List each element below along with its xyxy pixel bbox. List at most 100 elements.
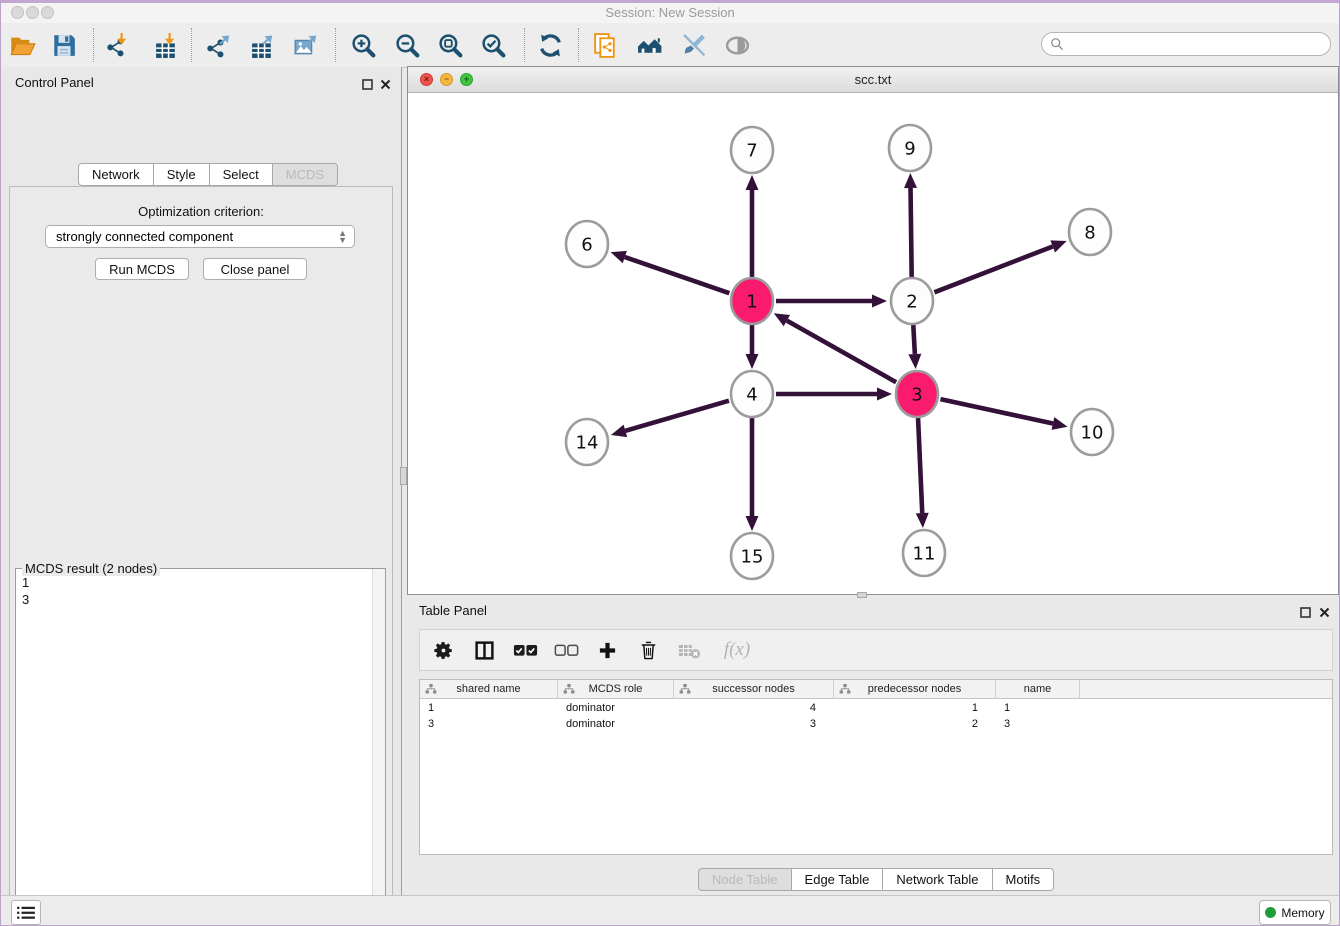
column-header-shared-name[interactable]: shared name xyxy=(420,680,558,698)
graph-edge-3-10[interactable] xyxy=(940,399,1067,430)
table-row[interactable]: 1dominator411 xyxy=(420,700,1332,716)
hide-graphics-details-icon[interactable] xyxy=(676,28,710,62)
network-window-titlebar[interactable]: × − + scc.txt xyxy=(408,67,1338,93)
svg-text:2: 2 xyxy=(906,291,917,312)
tab-style[interactable]: Style xyxy=(154,163,210,186)
graph-node-4[interactable]: 4 xyxy=(731,371,773,417)
first-neighbors-icon[interactable] xyxy=(633,28,667,62)
table-cell[interactable]: 3 xyxy=(996,716,1080,732)
toggle-columns-icon[interactable] xyxy=(471,636,497,664)
search-input[interactable] xyxy=(1069,36,1330,52)
graph-node-6[interactable]: 6 xyxy=(566,221,608,267)
run-mcds-button[interactable]: Run MCDS xyxy=(95,258,189,280)
network-window: × − + scc.txt 7 9 6 8 1 2 4 3 14 10 15 11 xyxy=(407,66,1339,595)
graph-edge-4-15[interactable] xyxy=(746,418,759,531)
tab-network[interactable]: Network xyxy=(78,163,154,186)
column-header-MCDS-role[interactable]: MCDS role xyxy=(558,680,674,698)
search-box[interactable] xyxy=(1041,32,1331,56)
graph-node-15[interactable]: 15 xyxy=(731,533,773,579)
zoom-fit-icon[interactable] xyxy=(433,28,467,62)
delete-column-icon[interactable] xyxy=(635,636,661,664)
tab-motifs[interactable]: Motifs xyxy=(993,868,1055,891)
mcds-result-group: MCDS result (2 nodes) 1 3 xyxy=(15,568,386,926)
tab-node-table[interactable]: Node Table xyxy=(698,868,792,891)
save-session-icon[interactable] xyxy=(47,28,81,62)
vertical-splitter-grip[interactable] xyxy=(400,467,407,485)
table-row[interactable]: 3dominator323 xyxy=(420,716,1332,732)
select-all-rows-icon[interactable] xyxy=(512,636,538,664)
table-cell[interactable]: dominator xyxy=(558,716,674,732)
graph-node-2[interactable]: 2 xyxy=(891,278,933,324)
close-table-panel-icon[interactable] xyxy=(1319,605,1332,618)
toolbar-separator xyxy=(191,28,192,62)
float-panel-icon[interactable] xyxy=(362,77,375,90)
open-file-icon[interactable] xyxy=(5,28,39,62)
apply-layout-icon[interactable] xyxy=(533,28,567,62)
table-cell[interactable]: 4 xyxy=(674,700,834,716)
float-table-panel-icon[interactable] xyxy=(1300,605,1313,618)
table-cell[interactable]: 1 xyxy=(996,700,1080,716)
deselect-all-rows-icon[interactable] xyxy=(553,636,579,664)
table-cell[interactable]: 2 xyxy=(834,716,996,732)
graph-node-3[interactable]: 3 xyxy=(896,371,938,417)
export-table-icon[interactable] xyxy=(245,28,279,62)
tab-edge-table[interactable]: Edge Table xyxy=(792,868,884,891)
tab-mcds[interactable]: MCDS xyxy=(273,163,338,186)
table-cell[interactable]: dominator xyxy=(558,700,674,716)
table-header-row: shared nameMCDS rolesuccessor nodesprede… xyxy=(420,680,1332,699)
graph-edge-1-6[interactable] xyxy=(611,251,730,293)
network-canvas[interactable]: 7 9 6 8 1 2 4 3 14 10 15 11 xyxy=(408,93,1338,594)
zoom-in-icon[interactable] xyxy=(346,28,380,62)
export-image-icon[interactable] xyxy=(289,28,323,62)
close-panel-icon[interactable] xyxy=(380,77,393,90)
svg-text:7: 7 xyxy=(746,140,757,161)
graph-edge-1-4[interactable] xyxy=(746,325,759,369)
zoom-out-icon[interactable] xyxy=(390,28,424,62)
graph-edge-3-1[interactable] xyxy=(774,313,896,382)
table-settings-icon[interactable] xyxy=(430,636,456,664)
tab-network-table[interactable]: Network Table xyxy=(883,868,992,891)
table-cell[interactable]: 1 xyxy=(420,700,558,716)
graph-edge-2-8[interactable] xyxy=(934,240,1066,292)
memory-button[interactable]: Memory xyxy=(1259,900,1331,925)
graph-node-10[interactable]: 10 xyxy=(1071,409,1113,455)
import-table-icon[interactable] xyxy=(149,28,183,62)
tab-select[interactable]: Select xyxy=(210,163,273,186)
graph-edge-4-14[interactable] xyxy=(611,401,729,437)
table-cell[interactable]: 3 xyxy=(674,716,834,732)
graph-edge-3-11[interactable] xyxy=(916,418,929,528)
table-tabs: Node TableEdge TableNetwork TableMotifs xyxy=(698,868,1054,891)
close-panel-button[interactable]: Close panel xyxy=(203,258,307,280)
graph-edge-1-2[interactable] xyxy=(776,295,887,308)
column-header-successor-nodes[interactable]: successor nodes xyxy=(674,680,834,698)
graph-edge-2-3[interactable] xyxy=(908,325,921,369)
window-title: Session: New Session xyxy=(1,5,1339,20)
graph-node-7[interactable]: 7 xyxy=(731,127,773,173)
graph-node-9[interactable]: 9 xyxy=(889,125,931,171)
mcds-result-list[interactable]: 1 3 xyxy=(22,574,29,608)
zoom-selected-icon[interactable] xyxy=(476,28,510,62)
import-network-icon[interactable] xyxy=(101,28,135,62)
clone-network-icon[interactable] xyxy=(588,28,622,62)
status-bar: Memory xyxy=(1,895,1339,926)
column-header-name[interactable]: name xyxy=(996,680,1080,698)
optimization-criterion-select[interactable]: strongly connected component ▲▼ xyxy=(45,225,355,248)
graph-node-8[interactable]: 8 xyxy=(1069,209,1111,255)
svg-text:8: 8 xyxy=(1084,222,1095,243)
column-header-predecessor-nodes[interactable]: predecessor nodes xyxy=(834,680,996,698)
table-cell[interactable]: 3 xyxy=(420,716,558,732)
graph-node-11[interactable]: 11 xyxy=(903,530,945,576)
mcds-result-scrollbar[interactable] xyxy=(372,569,385,926)
add-column-icon[interactable] xyxy=(594,636,620,664)
node-table[interactable]: shared nameMCDS rolesuccessor nodesprede… xyxy=(419,679,1333,855)
svg-text:10: 10 xyxy=(1081,422,1104,443)
graph-node-14[interactable]: 14 xyxy=(566,419,608,465)
task-history-button[interactable] xyxy=(11,900,41,925)
export-network-icon[interactable] xyxy=(202,28,236,62)
graph-edge-1-7[interactable] xyxy=(746,175,759,277)
graph-edge-2-9[interactable] xyxy=(904,173,917,277)
table-toolbar: f(x) xyxy=(419,629,1333,671)
table-cell[interactable]: 1 xyxy=(834,700,996,716)
graph-edge-4-3[interactable] xyxy=(776,388,892,401)
graph-node-1[interactable]: 1 xyxy=(731,278,773,324)
